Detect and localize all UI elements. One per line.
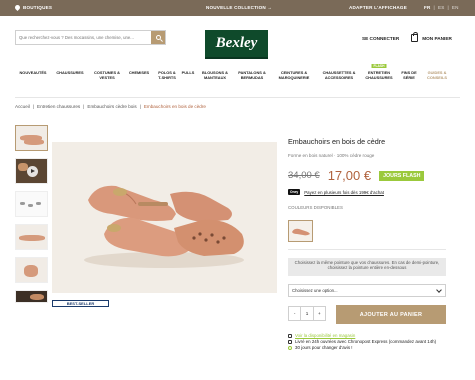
- thumbnail-1[interactable]: [15, 125, 48, 151]
- nav-item-ceintures[interactable]: CEINTURES & MAROQUINERIE: [271, 70, 317, 80]
- qty-plus-button[interactable]: +: [314, 307, 325, 320]
- accessibility-link[interactable]: ADAPTER L'AFFICHAGE: [349, 5, 407, 10]
- breadcrumb-subcategory[interactable]: Embauchoirs cèdre bois: [87, 104, 136, 109]
- divider: [288, 249, 446, 250]
- account-area: SE CONNECTER MON PANIER: [362, 32, 452, 42]
- search-icon: [155, 35, 161, 40]
- nav-item-blousons[interactable]: BLOUSONS & MANTEAUX: [197, 70, 233, 80]
- flash-badge: JOURS FLASH: [379, 170, 425, 181]
- nav-item-entretien-label: ENTRETIEN CHAUSSURES: [365, 70, 393, 80]
- language-switcher: FR | ES | EN: [424, 5, 459, 10]
- nav-item-nouveautes[interactable]: NOUVEAUTÉS: [15, 70, 51, 80]
- breadcrumb-separator: |: [139, 104, 141, 109]
- old-price: 34,00 €: [288, 170, 320, 181]
- breadcrumb-separator: |: [32, 104, 35, 109]
- qty-minus-button[interactable]: -: [289, 307, 300, 320]
- stores-label: BOUTIQUES: [23, 5, 53, 10]
- thumbnail-4[interactable]: [15, 224, 48, 250]
- product-title: Embauchoirs en bois de cèdre: [288, 137, 386, 146]
- thumbnail-video[interactable]: [15, 158, 48, 184]
- main-nav: NOUVEAUTÉS CHAUSSURES COSTUMES & VESTES …: [15, 64, 460, 80]
- lang-fr[interactable]: FR: [424, 5, 431, 10]
- nav-item-costumes[interactable]: COSTUMES & VESTES: [91, 70, 123, 80]
- product-main-image[interactable]: [52, 142, 277, 293]
- top-bar: BOUTIQUES NOUVELLE COLLECTION → ADAPTER …: [0, 0, 475, 16]
- oney-icon: Oney: [288, 189, 301, 195]
- cart-link[interactable]: MON PANIER: [411, 32, 452, 42]
- search-input[interactable]: [16, 31, 151, 44]
- nav-item-polos[interactable]: POLOS & T-SHIRTS: [155, 70, 179, 80]
- colors-label: COULEURS DISPONIBLES: [288, 205, 343, 210]
- location-pin-icon: [13, 3, 22, 12]
- shoe-tree-illustration: [84, 185, 244, 268]
- size-select[interactable]: Choisissez une option...: [288, 284, 446, 297]
- returns-text: 30 jours pour changer d'avis !: [295, 345, 353, 350]
- current-price: 17,00 €: [327, 168, 372, 183]
- store-icon: [288, 334, 292, 338]
- color-swatch[interactable]: [288, 220, 313, 242]
- lang-en[interactable]: EN: [452, 5, 459, 10]
- installment-info: Oney Payez en plusieurs fois dès 199€ d'…: [288, 189, 384, 195]
- nav-item-chaussures[interactable]: CHAUSSURES: [51, 70, 89, 80]
- lang-separator: |: [447, 5, 449, 10]
- thumbnail-5[interactable]: [15, 257, 48, 283]
- lang-es[interactable]: ES: [438, 5, 445, 10]
- swatch-image: [292, 228, 310, 236]
- nav-item-pulls[interactable]: PULLS: [179, 70, 197, 80]
- chevron-down-icon: [436, 287, 442, 293]
- flash-tag: FLASH: [371, 64, 387, 68]
- best-seller-badge: BEST-SELLER: [52, 300, 109, 307]
- play-icon: [27, 166, 38, 177]
- nav-item-guides[interactable]: GUIDES & CONSEILS: [421, 70, 453, 80]
- search-button[interactable]: [151, 31, 165, 44]
- lang-separator: |: [433, 5, 435, 10]
- thumbnail-6[interactable]: [15, 290, 48, 303]
- quantity-stepper: - 1 +: [288, 306, 326, 321]
- brand-logo[interactable]: Bexley: [205, 30, 268, 57]
- search-bar: [15, 30, 166, 45]
- breadcrumb-current: Embauchoirs en bois de cèdre: [143, 104, 206, 109]
- price-block: 34,00 € 17,00 € JOURS FLASH: [288, 168, 425, 183]
- nav-item-chemises[interactable]: CHEMISES: [123, 70, 155, 80]
- nav-item-entretien[interactable]: FLASH ENTRETIEN CHAUSSURES: [361, 64, 397, 80]
- nav-item-chaussettes[interactable]: CHAUSSETTES & ACCESSOIRES: [317, 70, 361, 80]
- qty-input[interactable]: 1: [300, 307, 314, 320]
- login-link[interactable]: SE CONNECTER: [362, 36, 399, 41]
- size-select-value: Choisissez une option...: [292, 288, 338, 293]
- truck-icon: [288, 340, 292, 344]
- collection-link[interactable]: NOUVELLE COLLECTION →: [206, 5, 272, 10]
- divider: [15, 97, 460, 98]
- return-icon: [288, 346, 292, 350]
- delivery-info: Voir la disponibilité en magasin Livré e…: [288, 333, 443, 351]
- breadcrumb: Accueil | Entretien chaussures | Embauch…: [15, 104, 206, 109]
- shopping-bag-icon: [411, 32, 419, 42]
- nav-item-pantalons[interactable]: PANTALONS & BERMUDAS: [233, 70, 271, 80]
- breadcrumb-home[interactable]: Accueil: [15, 104, 30, 109]
- add-to-cart-button[interactable]: AJOUTER AU PANIER: [336, 305, 446, 324]
- product-subtitle: Forme en bois naturel · 100% cèdre rouge: [288, 153, 375, 158]
- size-note: Choisissez la même pointure que vos chau…: [288, 258, 446, 276]
- nav-item-fins-de-serie[interactable]: FINS DE SÉRIE: [397, 70, 421, 80]
- installment-link[interactable]: Payez en plusieurs fois dès 199€ d'achat: [304, 190, 384, 195]
- thumbnail-3[interactable]: [15, 191, 48, 217]
- stores-link[interactable]: BOUTIQUES: [13, 3, 53, 12]
- thumbnail-gallery: [15, 125, 48, 310]
- cart-label: MON PANIER: [422, 35, 452, 41]
- breadcrumb-category[interactable]: Entretien chaussures: [37, 104, 80, 109]
- breadcrumb-separator: |: [83, 104, 85, 109]
